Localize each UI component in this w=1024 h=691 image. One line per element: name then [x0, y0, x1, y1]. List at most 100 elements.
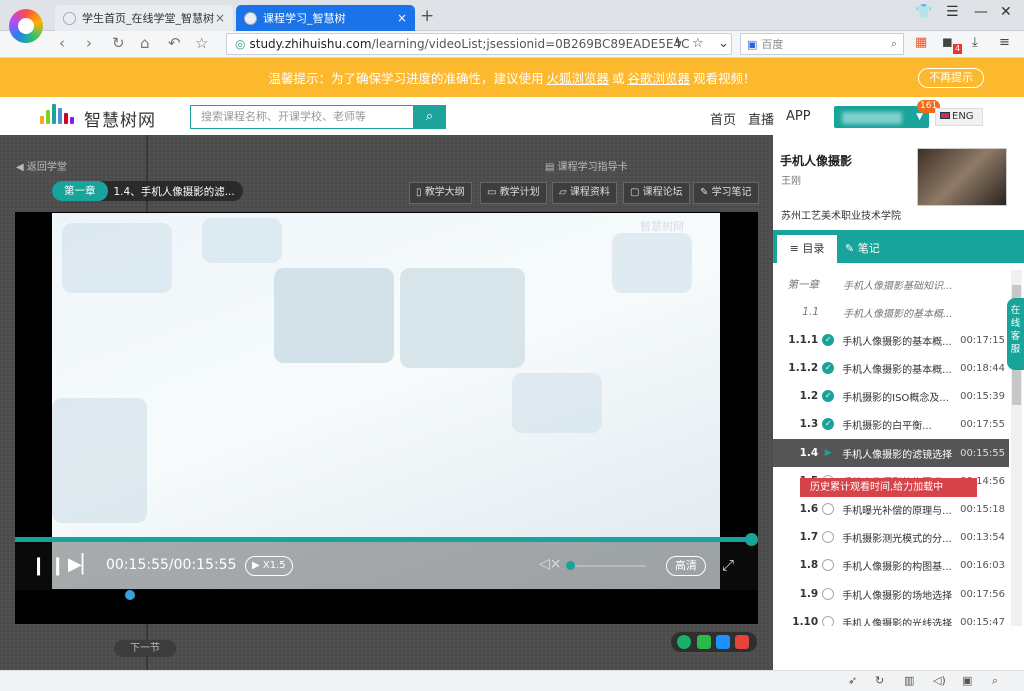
- tab-notes[interactable]: ✎ 笔记: [845, 235, 880, 263]
- home-icon[interactable]: ⌂: [140, 34, 150, 52]
- catalog-item[interactable]: 1.2 ✓ 手机摄影的ISO概念及... 00:15:39: [773, 382, 1009, 410]
- weibo-icon[interactable]: [735, 635, 749, 649]
- minimize-icon[interactable]: —: [974, 4, 988, 20]
- nav-app[interactable]: APP: [786, 109, 811, 124]
- study-notes-button[interactable]: ✎ 学习笔记: [693, 182, 759, 204]
- menu-icon[interactable]: ☰: [946, 4, 959, 20]
- study-guide-link[interactable]: ▤ 课程学习指导卡: [545, 158, 628, 173]
- new-tab-button[interactable]: +: [420, 6, 434, 26]
- tab-catalog-label: 目录: [802, 242, 825, 255]
- catalog-item[interactable]: 1.1.1 ✓ 手机人像摄影的基本概... 00:17:15: [773, 326, 1009, 354]
- course-materials-button[interactable]: ▱ 课程资料: [552, 182, 617, 204]
- language-label: ENG: [952, 111, 974, 122]
- online-service-button[interactable]: 在线客服: [1007, 298, 1024, 370]
- video-frame[interactable]: [52, 213, 720, 589]
- tab-catalog[interactable]: ≡ 目录: [777, 235, 837, 263]
- pause-icon[interactable]: ❙❙: [31, 555, 69, 576]
- catalog-item-title: 手机人像摄影的滤镜选择: [842, 449, 953, 461]
- site-logo-icon[interactable]: [40, 104, 78, 124]
- bookmark-star-icon[interactable]: ☆: [692, 36, 704, 51]
- refresh-icon[interactable]: ↻: [875, 674, 884, 687]
- catalog-item[interactable]: 1.6 手机曝光补偿的原理与... 00:15:18: [773, 495, 1009, 523]
- back-to-classroom-link[interactable]: ◀ 返回学堂: [16, 158, 67, 173]
- search-icon[interactable]: ⌕: [891, 37, 897, 51]
- syllabus-button[interactable]: ▯ 教学大纲: [409, 182, 472, 204]
- rocket-icon[interactable]: ➶: [848, 674, 857, 687]
- current-chapter-pill: 第一章 1.4、手机人像摄影的滤...: [52, 181, 243, 201]
- catalog-item[interactable]: 1.10 手机人像摄影的光线选择 00:15:47: [773, 608, 1009, 626]
- catalog-item[interactable]: 1.7 手机摄影测光模式的分... 00:13:54: [773, 523, 1009, 551]
- browser-search-input[interactable]: ▣ 百度 ⌕: [740, 33, 904, 55]
- catalog-item-duration: 00:17:15: [960, 334, 1005, 346]
- search-button[interactable]: ⌕: [413, 105, 446, 129]
- lightning-icon[interactable]: ϟ: [674, 36, 683, 51]
- catalog-item-title: 手机摄影的ISO概念及...: [842, 392, 949, 404]
- qzone-icon[interactable]: [716, 635, 730, 649]
- course-forum-button[interactable]: ▢ 课程论坛: [623, 182, 690, 204]
- browser-logo-icon[interactable]: [9, 9, 43, 43]
- time-display: 00:15:55/00:15:55: [106, 557, 237, 573]
- catalog-item-title: 手机人像摄影的基本概...: [842, 364, 952, 376]
- volume-icon[interactable]: ◁): [933, 674, 946, 687]
- catalog-item[interactable]: 1.8 手机人像摄影的构图基... 00:16:03: [773, 551, 1009, 579]
- back-icon[interactable]: ‹: [59, 34, 65, 52]
- browser-tab-student-home[interactable]: 学生首页_在线学堂_智慧树 ×: [55, 5, 233, 31]
- progress-handle[interactable]: [745, 533, 758, 546]
- shirt-icon[interactable]: 👕: [915, 4, 932, 20]
- volume-slider[interactable]: [568, 565, 646, 567]
- site-logo-text[interactable]: 智慧树网: [84, 106, 156, 131]
- star-icon[interactable]: ☆: [195, 34, 208, 52]
- language-button[interactable]: ENG: [935, 108, 983, 126]
- play-icon: ▶: [824, 448, 832, 458]
- catalog-item-duration: 00:16:03: [960, 559, 1005, 571]
- firefox-link[interactable]: 火狐浏览器: [546, 68, 609, 87]
- catalog-item-number: 1.1.2: [788, 362, 819, 374]
- wechat-icon[interactable]: [697, 635, 711, 649]
- next-icon[interactable]: ▶▏: [68, 554, 96, 575]
- nav-home[interactable]: 首页: [710, 109, 736, 128]
- teaching-plan-button[interactable]: ▭ 教学计划: [480, 182, 547, 204]
- next-lesson-button[interactable]: 下一节: [114, 640, 176, 657]
- dropdown-icon[interactable]: ⌄: [718, 36, 729, 51]
- window-icon[interactable]: ▣: [962, 674, 972, 687]
- close-tab-icon[interactable]: ×: [397, 11, 407, 25]
- zoom-icon[interactable]: ⌕: [992, 674, 998, 688]
- mute-icon[interactable]: ◁×: [539, 556, 562, 572]
- catalog-item[interactable]: 1.3 ✓ 手机摄影的白平衡... 00:17:55: [773, 410, 1009, 438]
- share-plus-icon[interactable]: [677, 635, 691, 649]
- nav-live[interactable]: 直播: [748, 109, 774, 128]
- catalog-item-title: 手机人像摄影的基本概...: [843, 308, 953, 320]
- course-materials-label: 课程资料: [569, 187, 610, 198]
- close-window-icon[interactable]: ✕: [1000, 4, 1012, 20]
- catalog-chapter[interactable]: 1.1 手机人像摄影的基本概...: [773, 298, 1009, 326]
- undo-icon[interactable]: ↶: [168, 34, 181, 52]
- fullscreen-icon[interactable]: ⤢: [722, 556, 734, 574]
- trash-icon[interactable]: ▥: [904, 674, 914, 687]
- close-tab-icon[interactable]: ×: [215, 11, 225, 25]
- volume-handle[interactable]: [566, 561, 575, 570]
- dismiss-notice-button[interactable]: 不再提示: [918, 68, 984, 88]
- video-watermark: 智慧树网: [640, 220, 684, 233]
- catalog-item[interactable]: 1.1.2 ✓ 手机人像摄影的基本概... 00:18:44: [773, 354, 1009, 382]
- seek-marker[interactable]: [125, 590, 135, 600]
- check-icon: ✓: [822, 334, 835, 346]
- more-menu-icon[interactable]: ≡: [999, 35, 1010, 50]
- apps-icon[interactable]: ▦: [915, 35, 927, 50]
- catalog-list: 第一章 手机人像摄影基础知识... 1.1 手机人像摄影的基本概... 1.1.1 ✓ 手机…: [773, 270, 1009, 626]
- chrome-link[interactable]: 谷歌浏览器: [628, 68, 691, 87]
- playback-speed-button[interactable]: ▶ X1.5: [245, 556, 293, 576]
- quality-button[interactable]: 高清: [666, 556, 706, 576]
- catalog-item[interactable]: 1.9 手机人像摄影的场地选择 00:17:56: [773, 580, 1009, 608]
- course-search-input[interactable]: 搜索课程名称、开课学校、老师等: [190, 105, 414, 129]
- unwatched-icon: [822, 531, 835, 543]
- user-menu-button[interactable]: ▼: [834, 106, 929, 128]
- extension-icon[interactable]: ◼: [942, 35, 953, 50]
- url-input[interactable]: ◎ study.zhihuishu.com/learning/videoList…: [226, 33, 732, 55]
- download-icon[interactable]: ⤓: [972, 35, 978, 50]
- catalog-chapter[interactable]: 第一章 手机人像摄影基础知识...: [773, 270, 1009, 298]
- catalog-item[interactable]: 1.4 ▶ 手机人像摄影的滤镜选择 00:15:55: [773, 439, 1009, 467]
- browser-tab-course-study[interactable]: 课程学习_智慧树 ×: [236, 5, 415, 31]
- forward-icon[interactable]: ›: [86, 34, 92, 52]
- reload-icon[interactable]: ↻: [112, 34, 125, 52]
- progress-bar[interactable]: [15, 537, 752, 542]
